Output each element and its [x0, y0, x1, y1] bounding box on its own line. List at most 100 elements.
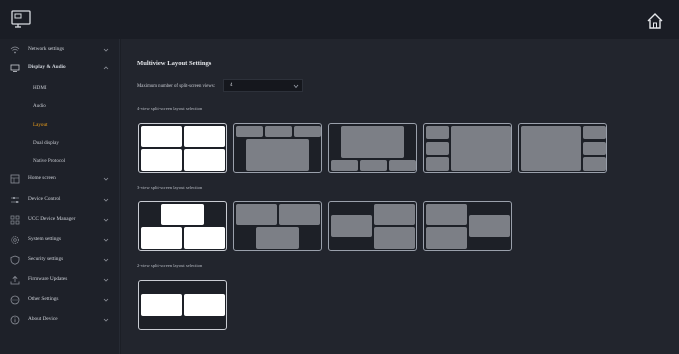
top-bar [0, 0, 679, 39]
layout-pane [161, 204, 204, 225]
sidebar-item-label: UCC Device Manager [28, 216, 76, 222]
layout-pane [184, 149, 225, 171]
layout-pane [184, 294, 225, 316]
sidebar-item-firmware-updates[interactable]: Firmware Updates [0, 271, 120, 289]
max-views-label: Maximum number of split-screen views: [137, 84, 216, 89]
sidebar-item-label: Device Control [28, 196, 61, 202]
layout-pane [341, 126, 404, 158]
more-icon [10, 295, 20, 305]
layout-pane [469, 215, 510, 237]
layout-pane [256, 227, 299, 249]
layout-pane [141, 149, 182, 171]
layout-pane [426, 204, 467, 225]
home-screen-icon [10, 174, 20, 184]
sidebar-item-label: Other Settings [28, 296, 59, 302]
layout-pane [583, 157, 606, 171]
sidebar-subitem-hdmi[interactable]: HDMI [33, 85, 47, 91]
layout-pane [184, 126, 225, 147]
sidebar-subitem-layout[interactable]: Layout [33, 122, 47, 128]
monitor-icon [10, 64, 20, 72]
layout-3view-left-one[interactable] [328, 201, 417, 251]
layout-pane [184, 227, 225, 249]
layout-pane [141, 294, 182, 316]
layout-pane [389, 160, 416, 171]
sidebar-item-device-control[interactable]: Device Control [0, 191, 120, 209]
shield-icon [10, 255, 20, 265]
chevron-down-icon [103, 48, 109, 52]
sidebar-item-network-settings[interactable]: Network settings [0, 41, 120, 59]
sidebar-item-about-device[interactable]: About Device [0, 311, 120, 329]
sidebar-subitem-audio[interactable]: Audio [33, 103, 46, 109]
layout-pane [236, 204, 277, 225]
grid-icon [10, 215, 20, 225]
sliders-icon [11, 197, 19, 203]
chevron-down-icon [103, 218, 109, 222]
layout-pane [374, 227, 415, 249]
layout-pane [426, 142, 449, 155]
home-icon[interactable] [645, 12, 665, 30]
sidebar-item-system-settings[interactable]: System settings [0, 231, 120, 249]
layout-pane [265, 126, 292, 137]
sidebar-item-home-screen[interactable]: Home screen [0, 170, 120, 188]
three-view-section-label: 3-view split-screen layout selection [137, 185, 203, 190]
layout-pane [426, 126, 449, 139]
chevron-down-icon [103, 238, 109, 242]
layout-pane [426, 157, 449, 171]
chevron-down-icon [103, 278, 109, 282]
layout-pane [374, 204, 415, 225]
sidebar-item-other-settings[interactable]: Other Settings [0, 291, 120, 309]
sidebar-subitem-dual-display[interactable]: Dual display [33, 140, 59, 146]
layout-pane [141, 227, 182, 249]
chevron-down-icon [103, 258, 109, 262]
layout-3view-right-one[interactable] [423, 201, 512, 251]
max-views-value: 4 [230, 83, 233, 88]
chevron-down-icon [293, 84, 299, 89]
four-view-section-label: 4-view split-screen layout selection [137, 106, 203, 111]
two-view-section-label: 2-view split-screen layout selection [137, 263, 203, 268]
layout-pane [331, 160, 358, 171]
chevron-down-icon [103, 318, 109, 322]
chevron-down-icon [103, 298, 109, 302]
layout-pane [426, 227, 467, 249]
layout-4view-bottom-three[interactable] [328, 123, 417, 173]
layout-pane [360, 160, 387, 171]
sidebar-item-label: Display & Audio [28, 64, 66, 70]
layout-pane [451, 126, 511, 171]
layout-3view-bottom-one[interactable] [233, 201, 322, 251]
chevron-down-icon [103, 177, 109, 181]
layout-pane [583, 142, 606, 155]
info-icon [10, 315, 20, 325]
layout-pane [141, 126, 182, 147]
layout-pane [279, 204, 320, 225]
sidebar: Network settings Display & Audio HDMI Au… [0, 39, 120, 354]
chevron-up-icon [103, 66, 109, 70]
sidebar-subitem-native-protocol[interactable]: Native Protocol [33, 158, 65, 164]
layout-pane [236, 126, 263, 137]
upload-icon [10, 275, 20, 285]
sidebar-item-label: System settings [28, 236, 62, 242]
sidebar-item-label: Firmware Updates [28, 276, 68, 282]
sidebar-item-ucc-device-manager[interactable]: UCC Device Manager [0, 211, 120, 229]
page-title: Multiview Layout Settings [137, 60, 212, 67]
layout-pane [521, 126, 581, 171]
layout-2view-side-by-side[interactable] [138, 280, 227, 330]
sidebar-item-label: About Device [28, 316, 58, 322]
screen-logo-icon [11, 10, 31, 28]
layout-4view-right-three[interactable] [518, 123, 607, 173]
sidebar-item-label: Security settings [28, 256, 64, 262]
max-views-select[interactable]: 4 [223, 79, 303, 92]
sidebar-item-label: Home screen [28, 175, 56, 181]
layout-pane [246, 139, 309, 171]
layout-4view-left-three[interactable] [423, 123, 512, 173]
chevron-down-icon [103, 198, 109, 202]
layout-4view-top-three[interactable] [233, 123, 322, 173]
sidebar-item-security-settings[interactable]: Security settings [0, 251, 120, 269]
layout-pane [583, 126, 606, 139]
sidebar-item-label: Network settings [28, 46, 65, 52]
sidebar-item-display-audio[interactable]: Display & Audio [0, 59, 120, 77]
gear-icon [11, 236, 19, 244]
layout-3view-top-one[interactable] [138, 201, 227, 251]
wifi-icon [10, 46, 20, 54]
layout-pane [294, 126, 321, 137]
layout-4view-grid[interactable] [138, 123, 227, 173]
